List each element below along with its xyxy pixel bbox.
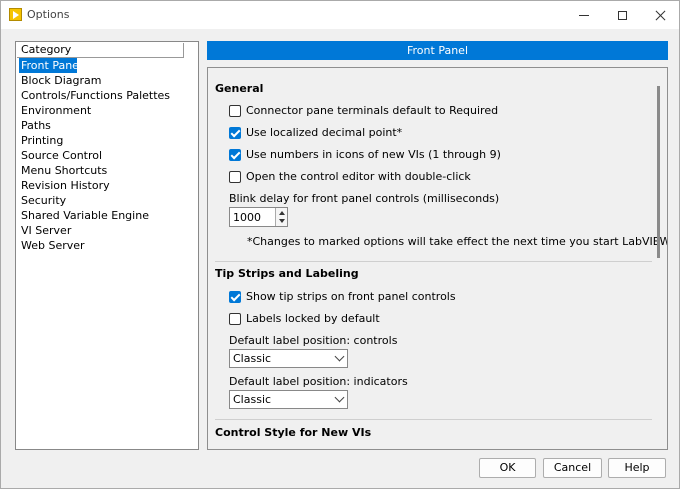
indicators-label-position-value: Classic (233, 393, 272, 406)
controls-label-position-select[interactable]: Classic (229, 349, 348, 368)
labels-locked-option[interactable]: Labels locked by default (229, 312, 380, 325)
blink-delay-input[interactable]: 1000 (229, 207, 288, 227)
connector-pane-required-option[interactable]: Connector pane terminals default to Requ… (229, 104, 498, 117)
control-editor-double-click-option[interactable]: Open the control editor with double-clic… (229, 170, 471, 183)
category-item-revision-history[interactable]: Revision History (19, 178, 172, 193)
cancel-button[interactable]: Cancel (543, 458, 602, 478)
controls-label-position-label: Default label position: controls (229, 334, 398, 347)
category-item-vi-server[interactable]: VI Server (19, 223, 172, 238)
localized-decimal-checkbox[interactable] (229, 126, 241, 139)
increment-arrow-icon[interactable] (279, 211, 285, 215)
indicators-label-position-label: Default label position: indicators (229, 375, 408, 388)
title-bar: Options (1, 1, 679, 29)
decrement-arrow-icon[interactable] (279, 219, 285, 223)
control-editor-double-click-checkbox[interactable] (229, 170, 241, 183)
controls-label-position-value: Classic (233, 352, 272, 365)
category-item-printing[interactable]: Printing (19, 133, 172, 148)
labels-locked-checkbox[interactable] (229, 312, 241, 325)
section-control-style-title: Control Style for New VIs (215, 426, 372, 439)
category-item-controls-functions-palettes[interactable]: Controls/Functions Palettes (19, 88, 172, 103)
category-item-security[interactable]: Security (19, 193, 172, 208)
indicators-label-position-select[interactable]: Classic (229, 390, 348, 409)
numbers-in-icons-option[interactable]: Use numbers in icons of new VIs (1 throu… (229, 148, 501, 161)
close-icon (655, 10, 666, 21)
category-list-panel: Category Front Panel Block Diagram Contr… (15, 41, 199, 450)
minimize-button[interactable] (567, 1, 601, 29)
maximize-icon (617, 10, 627, 20)
panel-title: Front Panel (207, 41, 668, 60)
category-item-block-diagram[interactable]: Block Diagram (19, 73, 172, 88)
category-header: Category (17, 43, 184, 58)
category-item-shared-variable-engine[interactable]: Shared Variable Engine (19, 208, 172, 223)
blink-delay-spinner[interactable] (275, 208, 287, 226)
category-item-menu-shortcuts[interactable]: Menu Shortcuts (19, 163, 172, 178)
blink-delay-value[interactable]: 1000 (233, 211, 261, 224)
section-tip-strips-title: Tip Strips and Labeling (215, 267, 359, 280)
restart-note: *Changes to marked options will take eff… (247, 235, 668, 248)
localized-decimal-option[interactable]: Use localized decimal point* (229, 126, 402, 139)
vertical-scrollbar[interactable] (657, 86, 660, 258)
connector-pane-required-label: Connector pane terminals default to Requ… (246, 104, 499, 117)
show-tip-strips-label: Show tip strips on front panel controls (246, 290, 456, 303)
category-item-front-panel[interactable]: Front Panel (19, 58, 82, 73)
numbers-in-icons-checkbox[interactable] (229, 148, 241, 161)
options-window: Options Category Front Panel Block Diagr… (0, 0, 680, 489)
front-panel-options: General Connector pane terminals default… (207, 67, 668, 450)
labview-icon (9, 8, 22, 21)
show-tip-strips-option[interactable]: Show tip strips on front panel controls (229, 290, 456, 303)
maximize-button[interactable] (605, 1, 639, 29)
section-general-title: General (215, 82, 264, 95)
category-list: Front Panel Block Diagram Controls/Funct… (19, 58, 172, 253)
options-scroll-area: General Connector pane terminals default… (208, 68, 667, 449)
section-divider (215, 419, 652, 420)
localized-decimal-label: Use localized decimal point* (246, 126, 403, 139)
ok-button[interactable]: OK (479, 458, 536, 478)
category-item-web-server[interactable]: Web Server (19, 238, 172, 253)
blink-delay-label: Blink delay for front panel controls (mi… (229, 192, 500, 205)
window-title: Options (27, 8, 70, 21)
numbers-in-icons-label: Use numbers in icons of new VIs (1 throu… (246, 148, 501, 161)
minimize-icon (579, 14, 589, 16)
category-item-environment[interactable]: Environment (19, 103, 172, 118)
labels-locked-label: Labels locked by default (246, 312, 380, 325)
connector-pane-required-checkbox[interactable] (229, 104, 241, 117)
chevron-down-icon[interactable] (331, 391, 347, 408)
close-button[interactable] (643, 1, 677, 29)
control-editor-double-click-label: Open the control editor with double-clic… (246, 170, 471, 183)
help-button[interactable]: Help (608, 458, 666, 478)
chevron-down-icon[interactable] (331, 350, 347, 367)
section-divider (215, 261, 652, 262)
category-item-paths[interactable]: Paths (19, 118, 172, 133)
show-tip-strips-checkbox[interactable] (229, 290, 241, 303)
category-item-source-control[interactable]: Source Control (19, 148, 172, 163)
